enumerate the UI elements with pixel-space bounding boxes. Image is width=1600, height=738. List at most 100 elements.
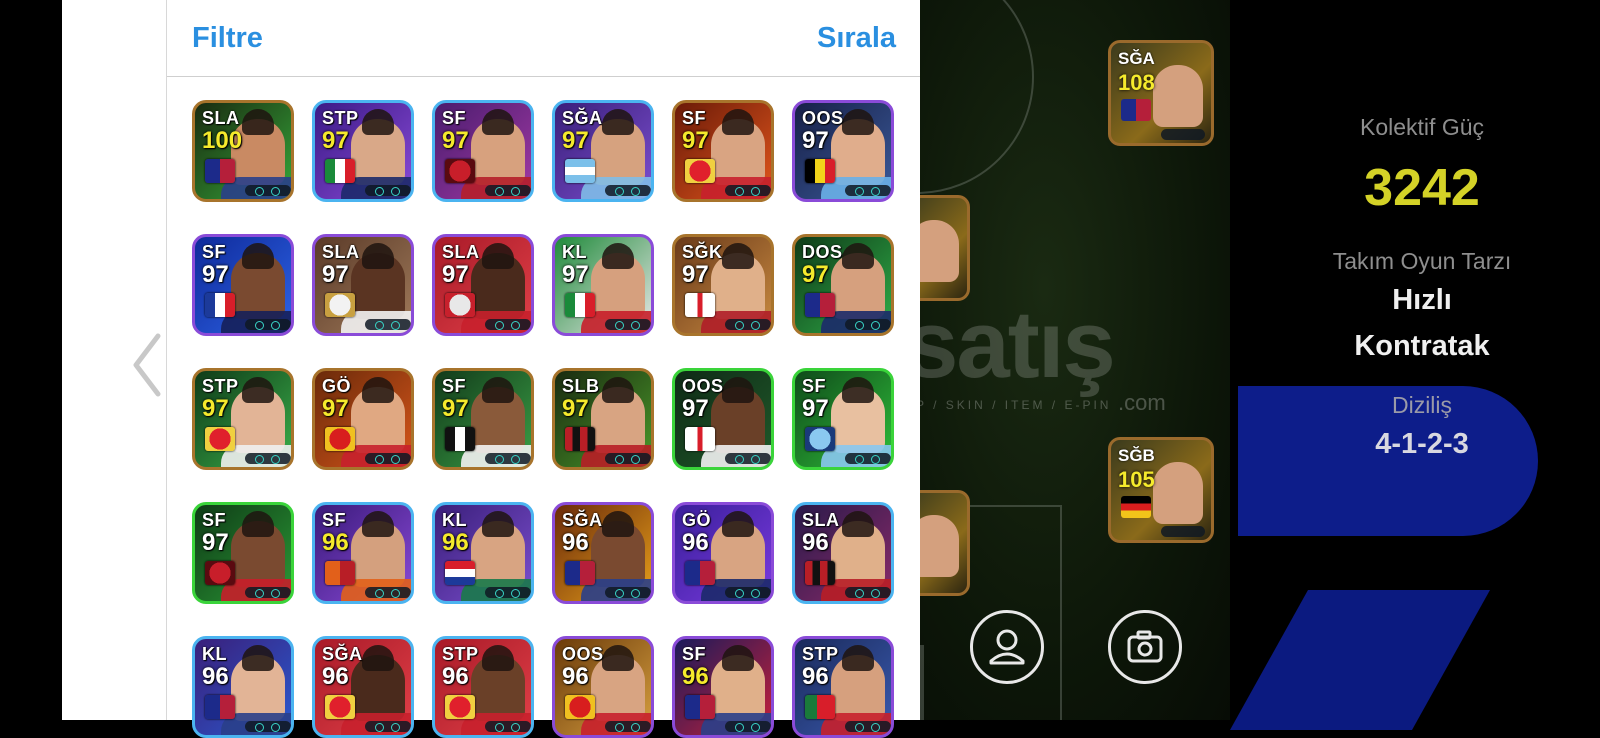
pitch-player-card-partial[interactable] (920, 490, 970, 596)
player-card[interactable]: KL 96 (192, 636, 294, 738)
player-card[interactable]: SĞA 96 (552, 502, 654, 604)
player-card[interactable]: SF 97 (672, 100, 774, 202)
player-list-area: Filtre Sırala SLA 100 STP 97 SF 97 SĞA 97 SF 97 OO… (167, 0, 920, 738)
player-card[interactable]: DOS 97 (792, 234, 894, 336)
panel-side-strip (62, 0, 167, 720)
player-position: DOS (802, 242, 843, 262)
player-rating: 97 (202, 395, 229, 422)
formation-label: Diziliş (1391, 392, 1453, 418)
pitch-player-card-partial[interactable] (920, 195, 970, 301)
player-rating: 96 (682, 663, 709, 690)
player-card[interactable]: SF 97 (192, 234, 294, 336)
team-stats-panel: Kolektif Güç 3242 Takım Oyun Tarzı Hızlı… (1230, 0, 1600, 730)
player-card[interactable]: SF 97 (192, 502, 294, 604)
player-card[interactable]: OOS 97 (672, 368, 774, 470)
skill-indicator (365, 453, 411, 464)
italy-emblem-icon (565, 293, 595, 317)
player-card[interactable]: GÖ 97 (312, 368, 414, 470)
galatasaray-emblem-icon (325, 561, 355, 585)
santos-emblem-icon (445, 427, 475, 451)
player-portrait (591, 377, 645, 453)
player-card[interactable]: SLA 97 (432, 234, 534, 336)
skill-indicator (605, 453, 651, 464)
player-portrait (711, 377, 765, 453)
player-portrait (471, 511, 525, 587)
player-rating: 97 (802, 261, 829, 288)
player-portrait (711, 109, 765, 185)
watermark-domain: .com (1118, 390, 1166, 415)
barca-emblem-icon (565, 561, 595, 585)
skill-indicator (485, 587, 531, 598)
filter-button[interactable]: Filtre (192, 22, 263, 55)
player-card-grid: SLA 100 STP 97 SF 97 SĞA 97 SF 97 OOS 97 SF 97 SLA 97 SL… (192, 100, 894, 738)
player-card[interactable]: SF 96 (312, 502, 414, 604)
player-portrait (831, 645, 885, 721)
player-position: SLA (322, 242, 360, 262)
mancity-emblem-icon (805, 427, 835, 451)
player-portrait (591, 511, 645, 587)
player-card[interactable]: SF 97 (432, 100, 534, 202)
player-position: SF (202, 510, 227, 530)
player-card[interactable]: SF 96 (672, 636, 774, 738)
skill-indicator (245, 319, 291, 330)
player-card[interactable]: SF 97 (792, 368, 894, 470)
portugal-emblem-icon (805, 695, 835, 719)
player-position: SĞA (1118, 49, 1155, 68)
player-card[interactable]: KL 96 (432, 502, 534, 604)
panel-header: Filtre Sırala (167, 0, 920, 77)
skill-indicator (365, 721, 411, 732)
profile-icon (989, 629, 1025, 665)
arsenal-emblem-icon (325, 695, 355, 719)
player-card[interactable]: STP 96 (792, 636, 894, 738)
player-rating: 97 (322, 395, 349, 422)
skill-indicator (845, 453, 891, 464)
player-rating: 96 (322, 663, 349, 690)
player-portrait (591, 243, 645, 319)
player-card[interactable]: STP 97 (192, 368, 294, 470)
profile-button[interactable] (970, 610, 1044, 684)
watermark-subtext: AP / SKIN / ITEM / E-PIN (905, 398, 1112, 412)
chevron-left-icon[interactable] (128, 330, 168, 400)
watermark-text: satış (905, 291, 1116, 398)
player-position: SĞK (682, 242, 723, 262)
player-card[interactable]: SĞA 97 (552, 100, 654, 202)
skill-indicator (245, 721, 291, 732)
player-card[interactable]: STP 97 (312, 100, 414, 202)
player-portrait (831, 243, 885, 319)
player-position: SĞA (322, 644, 363, 664)
player-card[interactable]: SLA 97 (312, 234, 414, 336)
sort-button[interactable]: Sırala (817, 22, 896, 55)
player-rating: 96 (442, 529, 469, 556)
player-position: OOS (802, 108, 844, 128)
player-card[interactable]: SF 97 (432, 368, 534, 470)
skill-indicator (365, 185, 411, 196)
player-card[interactable]: SĞA 96 (312, 636, 414, 738)
pitch-player-card[interactable]: SĞB 105 (1108, 437, 1214, 543)
player-card[interactable]: SLA 100 (192, 100, 294, 202)
player-card[interactable]: SLA 96 (792, 502, 894, 604)
player-card[interactable]: GÖ 96 (672, 502, 774, 604)
pitch-player-card[interactable]: SĞA 108 (1108, 40, 1214, 146)
player-rating: 97 (322, 127, 349, 154)
player-position: SĞB (1118, 446, 1155, 465)
team-style-value-line2: Kontratak (1354, 330, 1490, 362)
player-card[interactable]: STP 96 (432, 636, 534, 738)
camera-button[interactable] (1108, 610, 1182, 684)
formation-value[interactable]: 4-1-2-3 (1282, 428, 1562, 461)
player-card[interactable]: OOS 96 (552, 636, 654, 738)
player-portrait (831, 109, 885, 185)
arsenal-emblem-icon (445, 695, 475, 719)
player-card[interactable]: SLB 97 (552, 368, 654, 470)
player-card[interactable]: KL 97 (552, 234, 654, 336)
player-card[interactable]: SĞK 97 (672, 234, 774, 336)
skill-indicator (725, 453, 771, 464)
player-card[interactable]: OOS 97 (792, 100, 894, 202)
realmadrid-emblem-icon (325, 293, 355, 317)
player-position: KL (442, 510, 467, 530)
player-rating: 96 (562, 663, 589, 690)
player-rating: 96 (562, 529, 589, 556)
skill-indicator (365, 319, 411, 330)
france-emblem-icon (205, 293, 235, 317)
skill-indicator (845, 319, 891, 330)
player-position: STP (442, 644, 479, 664)
